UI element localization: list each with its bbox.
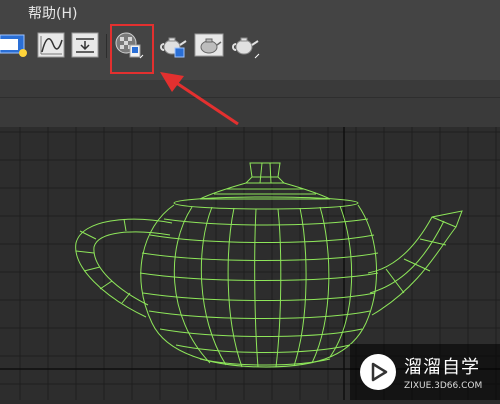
render-production-button[interactable] [230,30,260,60]
render-frame-window-button[interactable] [0,30,28,60]
ribbon-strip [0,80,500,127]
menu-help[interactable]: 帮助(H) [28,3,77,23]
curve-editor-icon [37,32,65,58]
annotation-highlight-box [110,24,154,74]
watermark-title: 溜溜自学 [404,357,480,378]
curve-editor-button[interactable] [36,30,66,60]
rendered-frame-window-button[interactable] [194,30,224,60]
dope-sheet-button[interactable] [70,30,100,60]
menu-bar: 帮助(H) [0,0,500,24]
strip-divider [0,97,500,98]
watermark-logo [360,354,396,390]
watermark-url: ZIXUE.3D66.COM [404,381,483,391]
render-frame-window-icon [0,34,27,57]
main-toolbar [0,24,500,80]
teapot-wireframe [75,162,463,368]
watermark: 溜溜自学 ZIXUE.3D66.COM [350,344,500,400]
annotation-arrow [160,72,239,126]
render-setup-button[interactable] [158,30,188,60]
render-production-icon [232,37,260,59]
rendered-frame-window-icon [194,33,224,57]
toolbar-separator [106,34,107,58]
play-icon [371,362,388,382]
render-setup-icon [160,37,187,58]
dope-sheet-icon [71,32,99,58]
